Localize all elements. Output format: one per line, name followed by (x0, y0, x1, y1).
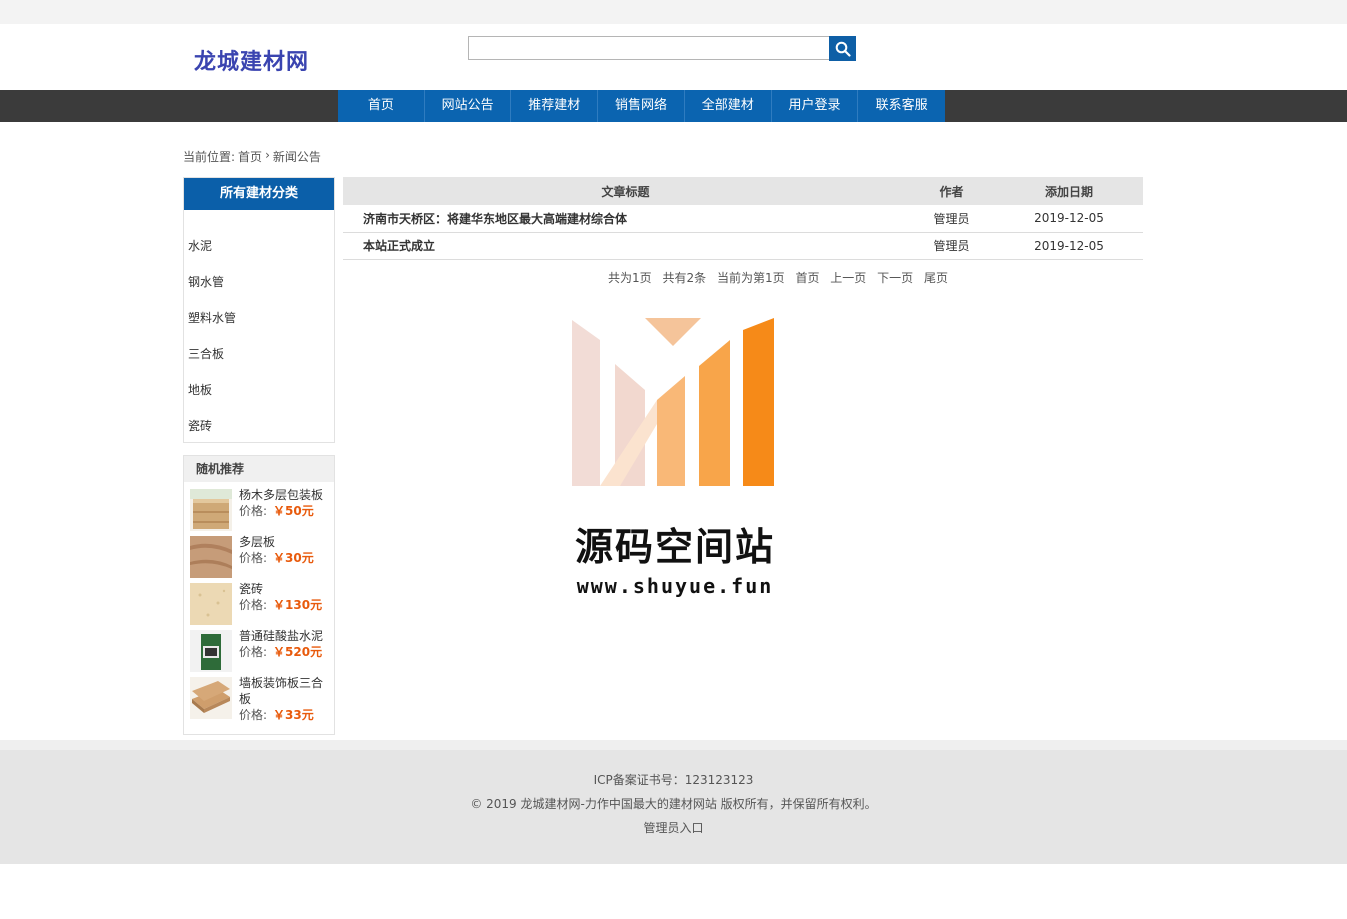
category-header: 所有建材分类 (184, 178, 334, 210)
pagination-total-pages: 共为1页 (608, 271, 652, 285)
nav-customer-service[interactable]: 联系客服 (858, 90, 945, 122)
nav-recommended[interactable]: 推荐建材 (511, 90, 599, 122)
recommend-item-price: ￥50元 (273, 504, 314, 518)
recommend-sidebar: 随机推荐 杨木多层包装板 价格: ￥50元 多层板 价格: ￥30元 瓷砖 价格… (183, 455, 335, 735)
watermark: 源码空间站 www.shuyue.fun (560, 318, 790, 608)
recommend-item-name[interactable]: 墙板装饰板三合板 (239, 675, 329, 707)
recommend-item-name[interactable]: 多层板 (239, 534, 329, 550)
pagination-prev-link[interactable]: 上一页 (830, 271, 866, 285)
recommend-item-price: ￥30元 (273, 551, 314, 565)
nav-user-login[interactable]: 用户登录 (772, 90, 859, 122)
category-list: 水泥 钢水管 塑料水管 三合板 地板 瓷砖 (184, 210, 334, 444)
table-row: 济南市天桥区：将建华东地区最大高端建材综合体 管理员 2019-12-05 (343, 205, 1143, 233)
breadcrumb-current: 新闻公告 (272, 150, 321, 164)
product-thumbnail[interactable] (190, 536, 232, 578)
product-thumbnail[interactable] (190, 677, 232, 719)
top-strip (0, 0, 1347, 24)
price-label: 价格: (239, 551, 268, 565)
nav-all-materials[interactable]: 全部建材 (685, 90, 772, 122)
article-date: 2019-12-05 (995, 232, 1143, 260)
search-button[interactable] (829, 36, 856, 61)
article-date: 2019-12-05 (995, 205, 1143, 233)
search-input[interactable] (468, 36, 830, 60)
site-logo[interactable]: 龙城建材网 (194, 44, 309, 76)
product-thumbnail[interactable] (190, 489, 232, 531)
recommend-item[interactable]: 多层板 价格: ￥30元 (190, 534, 332, 580)
recommend-item-name[interactable]: 瓷砖 (239, 581, 329, 597)
main-nav: 首页 网站公告 推荐建材 销售网络 全部建材 用户登录 联系客服 (0, 90, 1347, 122)
product-thumbnail[interactable] (190, 583, 232, 625)
category-item-steel-pipe[interactable]: 钢水管 (184, 264, 334, 300)
watermark-logo-icon (572, 318, 774, 486)
watermark-text: 源码空间站 (574, 525, 775, 569)
breadcrumb: 当前位置: 首页 › 新闻公告 (183, 148, 321, 165)
footer: ICP备案证书号：123123123 © 2019 龙城建材网-力作中国最大的建… (0, 740, 1347, 864)
chevron-right-icon: › (265, 148, 270, 162)
product-thumbnail[interactable] (190, 630, 232, 672)
article-author: 管理员 (908, 232, 995, 260)
recommend-header: 随机推荐 (184, 456, 334, 482)
recommend-item-price: ￥520元 (273, 645, 323, 659)
breadcrumb-home-link[interactable]: 首页 (238, 148, 262, 165)
recommend-item[interactable]: 瓷砖 价格: ￥130元 (190, 581, 332, 627)
recommend-item-price: ￥130元 (273, 598, 323, 612)
price-label: 价格: (239, 708, 268, 722)
column-header-date: 添加日期 (995, 177, 1143, 205)
price-label: 价格: (239, 504, 268, 518)
category-item-plastic-pipe[interactable]: 塑料水管 (184, 300, 334, 336)
category-item-flooring[interactable]: 地板 (184, 372, 334, 408)
watermark-url: www.shuyue.fun (576, 574, 774, 598)
recommend-item[interactable]: 墙板装饰板三合板 价格: ￥33元 (190, 675, 332, 731)
table-row: 本站正式成立 管理员 2019-12-05 (343, 232, 1143, 260)
category-item-plywood[interactable]: 三合板 (184, 336, 334, 372)
nav-announcements[interactable]: 网站公告 (425, 90, 512, 122)
article-title-link[interactable]: 本站正式成立 (343, 232, 908, 260)
pagination-current: 当前为第1页 (716, 271, 785, 285)
pagination-last-link[interactable]: 尾页 (924, 271, 948, 285)
nav-menu: 首页 网站公告 推荐建材 销售网络 全部建材 用户登录 联系客服 (338, 90, 945, 122)
recommend-item[interactable]: 杨木多层包装板 价格: ￥50元 (190, 487, 332, 533)
pagination-total-items: 共有2条 (662, 271, 707, 285)
price-label: 价格: (239, 598, 268, 612)
recommend-item-name[interactable]: 杨木多层包装板 (239, 487, 329, 503)
article-table: 文章标题 作者 添加日期 济南市天桥区：将建华东地区最大高端建材综合体 管理员 … (343, 177, 1143, 260)
admin-entry-link[interactable]: 管理员入口 (643, 821, 703, 835)
footer-icp: ICP备案证书号：123123123 (593, 773, 754, 787)
article-title-link[interactable]: 济南市天桥区：将建华东地区最大高端建材综合体 (343, 205, 908, 233)
nav-home[interactable]: 首页 (338, 90, 425, 122)
category-item-cement[interactable]: 水泥 (184, 228, 334, 264)
column-header-title: 文章标题 (343, 177, 908, 205)
category-sidebar: 所有建材分类 水泥 钢水管 塑料水管 三合板 地板 瓷砖 (183, 177, 335, 443)
category-item-tiles[interactable]: 瓷砖 (184, 408, 334, 444)
pagination-first-link[interactable]: 首页 (795, 271, 819, 285)
table-header-row: 文章标题 作者 添加日期 (343, 177, 1143, 205)
breadcrumb-prefix: 当前位置: (183, 150, 236, 164)
recommend-item-price: ￥33元 (273, 708, 314, 722)
pagination: 共为1页 共有2条 当前为第1页 首页 上一页 下一页 尾页 (343, 269, 948, 286)
recommend-item-name[interactable]: 普通硅酸盐水泥 (239, 628, 329, 644)
pagination-next-link[interactable]: 下一页 (877, 271, 913, 285)
search-icon (835, 41, 851, 57)
footer-copyright: © 2019 龙城建材网-力作中国最大的建材网站 版权所有，并保留所有权利。 (470, 797, 877, 811)
article-author: 管理员 (908, 205, 995, 233)
nav-sales-network[interactable]: 销售网络 (598, 90, 685, 122)
column-header-author: 作者 (908, 177, 995, 205)
price-label: 价格: (239, 645, 268, 659)
recommend-item[interactable]: 普通硅酸盐水泥 价格: ￥520元 (190, 628, 332, 674)
